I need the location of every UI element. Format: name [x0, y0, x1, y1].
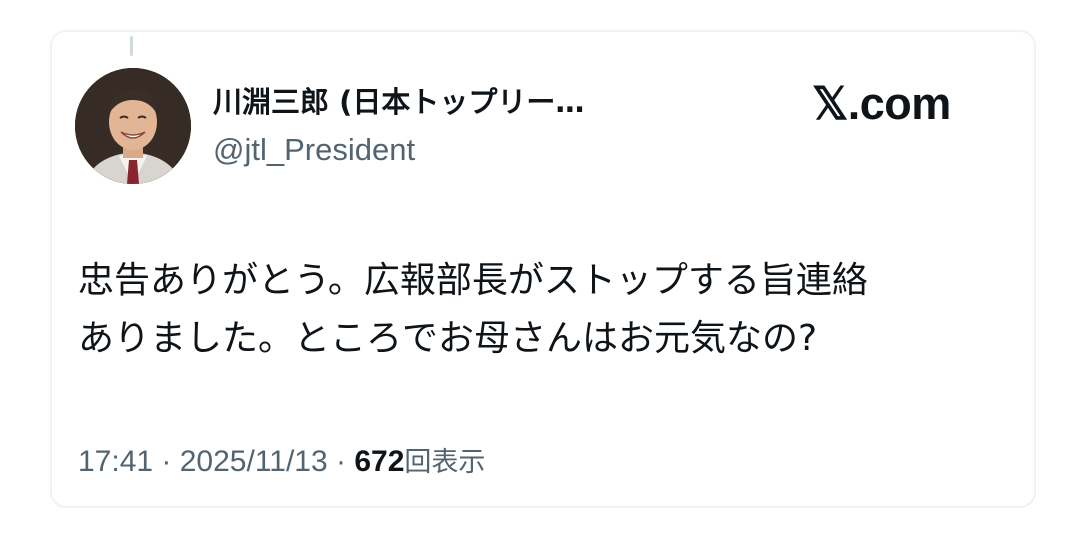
tweet-text: 忠告ありがとう。広報部長がストップする旨連絡 ありました。ところでお母さんはお元…	[78, 260, 868, 359]
meta-separator: ·	[327, 445, 355, 478]
tweet-meta: 17:41 · 2025/11/13 · 672回表示	[78, 442, 485, 483]
tweet-author[interactable]: 川淵三郎 (日本トップリー… @jtl_President	[213, 82, 773, 170]
thread-connector-line	[130, 36, 133, 56]
x-logo-icon: 𝕏.com	[812, 78, 951, 129]
avatar[interactable]	[75, 68, 191, 184]
views-count: 672	[354, 445, 405, 478]
profile-photo-icon	[75, 68, 191, 184]
author-display-name[interactable]: 川淵三郎 (日本トップリー…	[213, 82, 773, 122]
meta-separator: ·	[153, 445, 180, 478]
tweet-time[interactable]: 17:41	[78, 445, 153, 478]
tweet-date[interactable]: 2025/11/13	[180, 445, 328, 478]
author-handle[interactable]: @jtl_President	[213, 130, 773, 170]
views-label: 回表示	[404, 447, 486, 478]
